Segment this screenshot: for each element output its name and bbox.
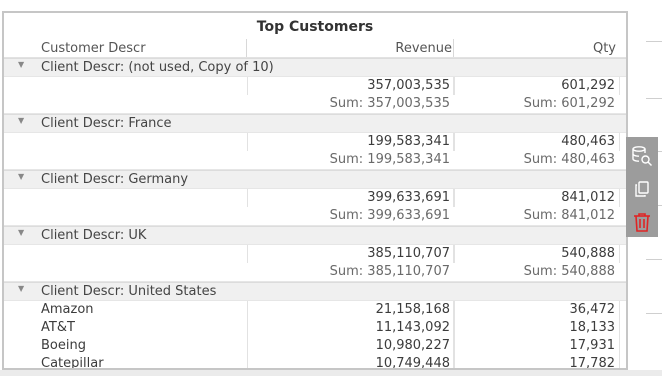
trash-icon bbox=[634, 213, 650, 232]
qty-value: 480,463 bbox=[561, 134, 615, 149]
qty-value: 18,133 bbox=[569, 320, 616, 335]
collapse-caret-icon[interactable]: ▼ bbox=[18, 60, 24, 69]
collapse-caret-icon[interactable]: ▼ bbox=[18, 284, 24, 293]
table-row[interactable]: Amazon 21,158,168 36,472 bbox=[4, 301, 626, 319]
qty-value: 601,292 bbox=[561, 78, 615, 93]
revenue-value: 21,158,168 bbox=[375, 302, 450, 317]
group-row[interactable]: ▼ Client Descr: (not used, Copy of 10) bbox=[4, 58, 626, 77]
group-row[interactable]: ▼ Client Descr: Germany bbox=[4, 170, 626, 189]
qty-value: 540,888 bbox=[561, 246, 615, 261]
customer-name: Boeing bbox=[41, 338, 86, 353]
table-row[interactable]: 399,633,691 841,012 bbox=[4, 189, 626, 207]
qty-value: 841,012 bbox=[561, 190, 615, 205]
group-row[interactable]: ▼ Client Descr: United States bbox=[4, 282, 626, 301]
delete-button[interactable] bbox=[626, 207, 658, 237]
revenue-subtotal: Sum: 385,110,707 bbox=[329, 264, 450, 279]
revenue-value: 10,980,227 bbox=[375, 338, 450, 353]
column-header-customer[interactable]: Customer Descr bbox=[41, 41, 146, 56]
table-row[interactable]: 199,583,341 480,463 bbox=[4, 133, 626, 151]
copy-button[interactable] bbox=[626, 174, 658, 204]
qty-value: 36,472 bbox=[569, 302, 616, 317]
copy-icon bbox=[635, 181, 649, 197]
revenue-subtotal: Sum: 199,583,341 bbox=[329, 152, 450, 167]
database-search-button[interactable] bbox=[626, 141, 658, 171]
revenue-value: 199,583,341 bbox=[367, 134, 450, 149]
qty-value: 17,931 bbox=[569, 338, 616, 353]
table-row[interactable]: 385,110,707 540,888 bbox=[4, 245, 626, 263]
qty-subtotal: Sum: 601,292 bbox=[523, 96, 615, 111]
group-row[interactable]: ▼ Client Descr: France bbox=[4, 114, 626, 133]
grid-header: Customer Descr Revenue Qty bbox=[4, 37, 626, 58]
column-header-qty[interactable]: Qty bbox=[455, 41, 616, 56]
qty-subtotal: Sum: 480,463 bbox=[523, 152, 615, 167]
database-search-icon bbox=[632, 146, 652, 166]
customer-name: Catepillar bbox=[41, 356, 104, 370]
group-label: Client Descr: (not used, Copy of 10) bbox=[41, 60, 274, 75]
revenue-value: 10,749,448 bbox=[375, 356, 450, 370]
data-grid: Customer Descr Revenue Qty ▼ Client Descr… bbox=[4, 37, 626, 370]
table-row[interactable]: Catepillar 10,749,448 17,782 bbox=[4, 355, 626, 370]
grid-body: ▼ Client Descr: (not used, Copy of 10) 357… bbox=[4, 58, 626, 370]
qty-value: 17,782 bbox=[569, 356, 616, 370]
subtotal-row: Sum: 199,583,341 Sum: 480,463 bbox=[4, 151, 626, 170]
column-divider[interactable] bbox=[246, 39, 247, 57]
revenue-value: 385,110,707 bbox=[367, 246, 450, 261]
collapse-caret-icon[interactable]: ▼ bbox=[18, 228, 24, 237]
subtotal-row: Sum: 357,003,535 Sum: 601,292 bbox=[4, 95, 626, 114]
column-divider[interactable] bbox=[453, 39, 454, 57]
revenue-subtotal: Sum: 357,003,535 bbox=[329, 96, 450, 111]
revenue-value: 357,003,535 bbox=[367, 78, 450, 93]
top-customers-widget[interactable]: Top Customers Customer Descr Revenue Qty… bbox=[2, 11, 628, 370]
table-row[interactable]: Boeing 10,980,227 17,931 bbox=[4, 337, 626, 355]
widget-toolbar bbox=[626, 137, 658, 237]
customer-name: AT&T bbox=[41, 320, 75, 335]
bottom-strip bbox=[0, 370, 662, 376]
revenue-value: 11,143,092 bbox=[375, 320, 450, 335]
subtotal-row: Sum: 385,110,707 Sum: 540,888 bbox=[4, 263, 626, 282]
collapse-caret-icon[interactable]: ▼ bbox=[18, 172, 24, 181]
revenue-subtotal: Sum: 399,633,691 bbox=[329, 208, 450, 223]
widget-title: Top Customers bbox=[256, 19, 374, 35]
customer-name: Amazon bbox=[41, 302, 94, 317]
table-row[interactable]: AT&T 11,143,092 18,133 bbox=[4, 319, 626, 337]
group-label: Client Descr: France bbox=[41, 116, 172, 131]
qty-subtotal: Sum: 540,888 bbox=[523, 264, 615, 279]
group-label: Client Descr: United States bbox=[41, 284, 217, 299]
subtotal-row: Sum: 399,633,691 Sum: 841,012 bbox=[4, 207, 626, 226]
revenue-value: 399,633,691 bbox=[367, 190, 450, 205]
group-label: Client Descr: UK bbox=[41, 228, 147, 243]
column-header-revenue[interactable]: Revenue bbox=[248, 41, 452, 56]
group-label: Client Descr: Germany bbox=[41, 172, 189, 187]
collapse-caret-icon[interactable]: ▼ bbox=[18, 116, 24, 125]
qty-subtotal: Sum: 841,012 bbox=[523, 208, 615, 223]
table-row[interactable]: 357,003,535 601,292 bbox=[4, 77, 626, 95]
group-row[interactable]: ▼ Client Descr: UK bbox=[4, 226, 626, 245]
